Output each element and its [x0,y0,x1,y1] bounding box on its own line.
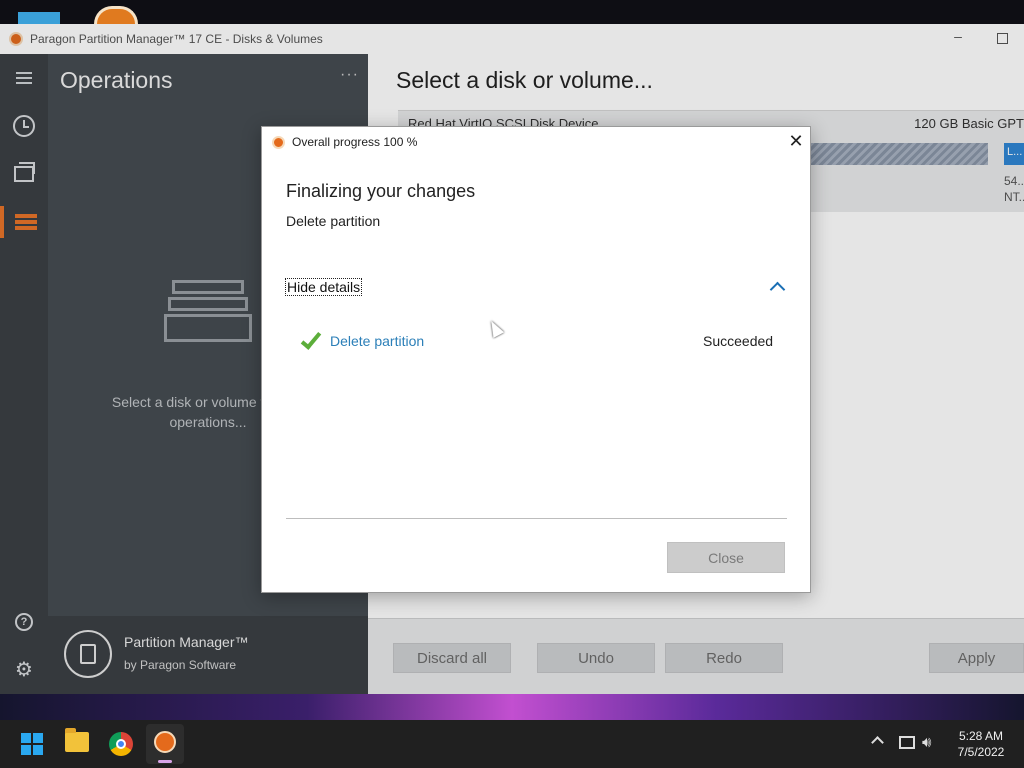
current-operation: Delete partition [286,213,381,229]
chrome-icon[interactable] [109,732,133,756]
checkmark-icon [298,328,322,353]
operation-status: Succeeded [703,333,774,349]
dialog-close-icon[interactable]: ✕ [786,131,806,151]
progress-dialog: Overall progress 100 % ✕ Finalizing your… [261,126,811,593]
tray-overflow-chevron-icon[interactable] [871,736,884,749]
start-windows-icon[interactable] [21,733,43,755]
network-icon[interactable] [899,736,915,749]
paragon-dialog-icon [272,136,285,149]
desktop-wallpaper [0,694,1024,720]
paragon-desktop-icon[interactable] [94,6,138,24]
chevron-up-icon[interactable] [769,281,786,298]
dialog-title: Overall progress 100 % [292,135,418,149]
volume-icon[interactable]: 🔊︎ [922,734,931,751]
file-explorer-icon[interactable] [65,728,89,752]
clock-time[interactable]: 5:28 AM [946,729,1016,743]
close-button[interactable]: Close [667,542,785,573]
operation-label[interactable]: Delete partition [330,333,424,349]
taskbar: 🔊︎ 5:28 AM 7/5/2022 [0,720,1024,768]
desktop-shortcut-icon[interactable] [18,12,60,24]
dialog-divider [286,518,787,519]
clock-date[interactable]: 7/5/2022 [946,745,1016,759]
dialog-heading: Finalizing your changes [286,181,476,201]
desktop-background [0,0,1024,24]
hide-details-toggle[interactable]: Hide details [284,278,363,296]
paragon-taskbar-icon[interactable] [146,724,184,764]
